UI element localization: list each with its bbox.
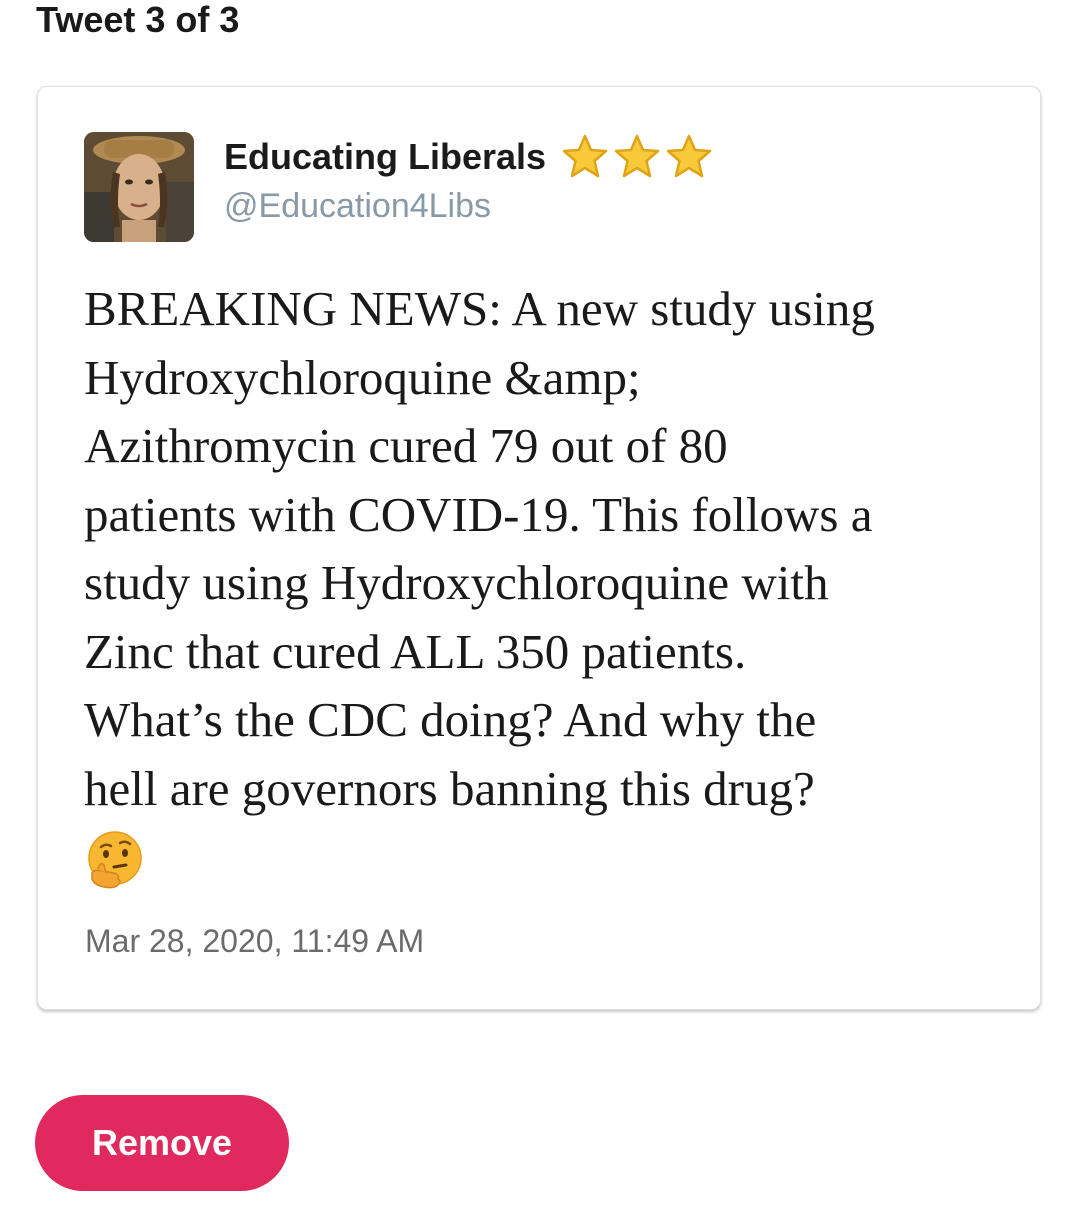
tweet-text: BREAKING NEWS: A new study using Hydroxy… xyxy=(84,281,875,816)
star-icon xyxy=(562,134,608,178)
tweet-card[interactable]: Educating Liberals @Education4Libs BREAK… xyxy=(37,86,1041,1010)
avatar[interactable] xyxy=(84,132,194,242)
tweet-timestamp[interactable]: Mar 28, 2020, 11:49 AM xyxy=(85,921,424,961)
thinking-face-icon xyxy=(88,831,142,889)
page-title: Tweet 3 of 3 xyxy=(36,0,240,40)
star-icon xyxy=(666,134,712,178)
avatar-image xyxy=(84,132,194,242)
author-handle[interactable]: @Education4Libs xyxy=(224,185,491,227)
remove-button[interactable]: Remove xyxy=(35,1095,289,1191)
star-icon xyxy=(614,134,660,178)
author-badges xyxy=(560,133,714,181)
author-name[interactable]: Educating Liberals xyxy=(224,135,546,179)
author-name-row[interactable]: Educating Liberals xyxy=(224,133,714,181)
